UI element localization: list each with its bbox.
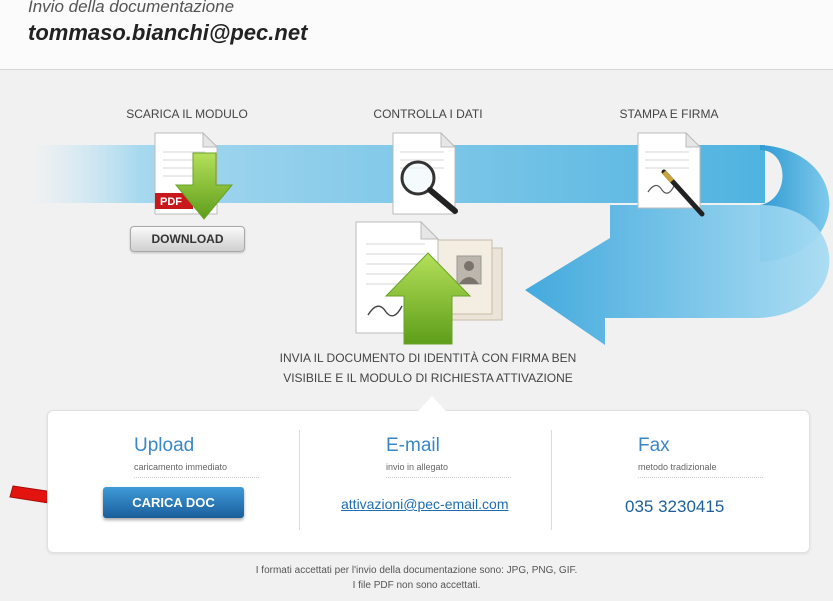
check-data-magnifier-icon [392, 131, 458, 215]
svg-text:PDF: PDF [160, 196, 182, 208]
upload-title: Upload [134, 435, 195, 456]
carica-doc-button[interactable]: CARICA DOC [103, 487, 244, 518]
panel-pointer [418, 396, 446, 411]
upload-rule [134, 477, 259, 478]
instruction-text: INVIA IL DOCUMENTO DI IDENTITÀ CON FIRMA… [268, 348, 588, 388]
email-subtitle: invio in allegato [386, 462, 449, 472]
download-button[interactable]: DOWNLOAD [130, 226, 245, 252]
fax-subtitle: metodo tradizionale [638, 462, 717, 472]
accepted-formats-note: I formati accettati per l'invio della do… [255, 565, 578, 576]
email-rule [386, 477, 511, 478]
print-sign-pen-icon [637, 131, 705, 217]
instruction-line-1: INVIA IL DOCUMENTO DI IDENTITÀ CON FIRMA… [279, 351, 577, 365]
fax-number: 035 3230415 [625, 497, 725, 516]
download-document-icon: PDF [154, 131, 234, 220]
account-email: tommaso.bianchi@pec.net [28, 20, 308, 45]
column-divider [299, 430, 300, 530]
instruction-line-2: VISIBILE E IL MODULO DI RICHIESTA ATTIVA… [283, 371, 573, 385]
step-download-label: SCARICA IL MODULO [126, 107, 248, 121]
send-document-upload-icon [355, 220, 503, 345]
activation-email-link[interactable]: attivazioni@pec-email.com [341, 496, 509, 512]
step-sign-label: STAMPA E FIRMA [619, 107, 719, 121]
column-divider [551, 430, 552, 530]
page-header: Invio della documentazione tommaso.bianc… [0, 0, 833, 70]
fax-rule [638, 477, 763, 478]
step-check-label: CONTROLLA I DATI [373, 107, 483, 121]
pdf-not-accepted-note: I file PDF non sono accettati. [352, 580, 481, 591]
email-title: E-mail [386, 435, 440, 456]
upload-subtitle: caricamento immediato [134, 462, 228, 472]
page-subtitle: Invio della documentazione [28, 0, 235, 16]
fax-title: Fax [638, 435, 670, 456]
send-options-panel [47, 410, 810, 553]
